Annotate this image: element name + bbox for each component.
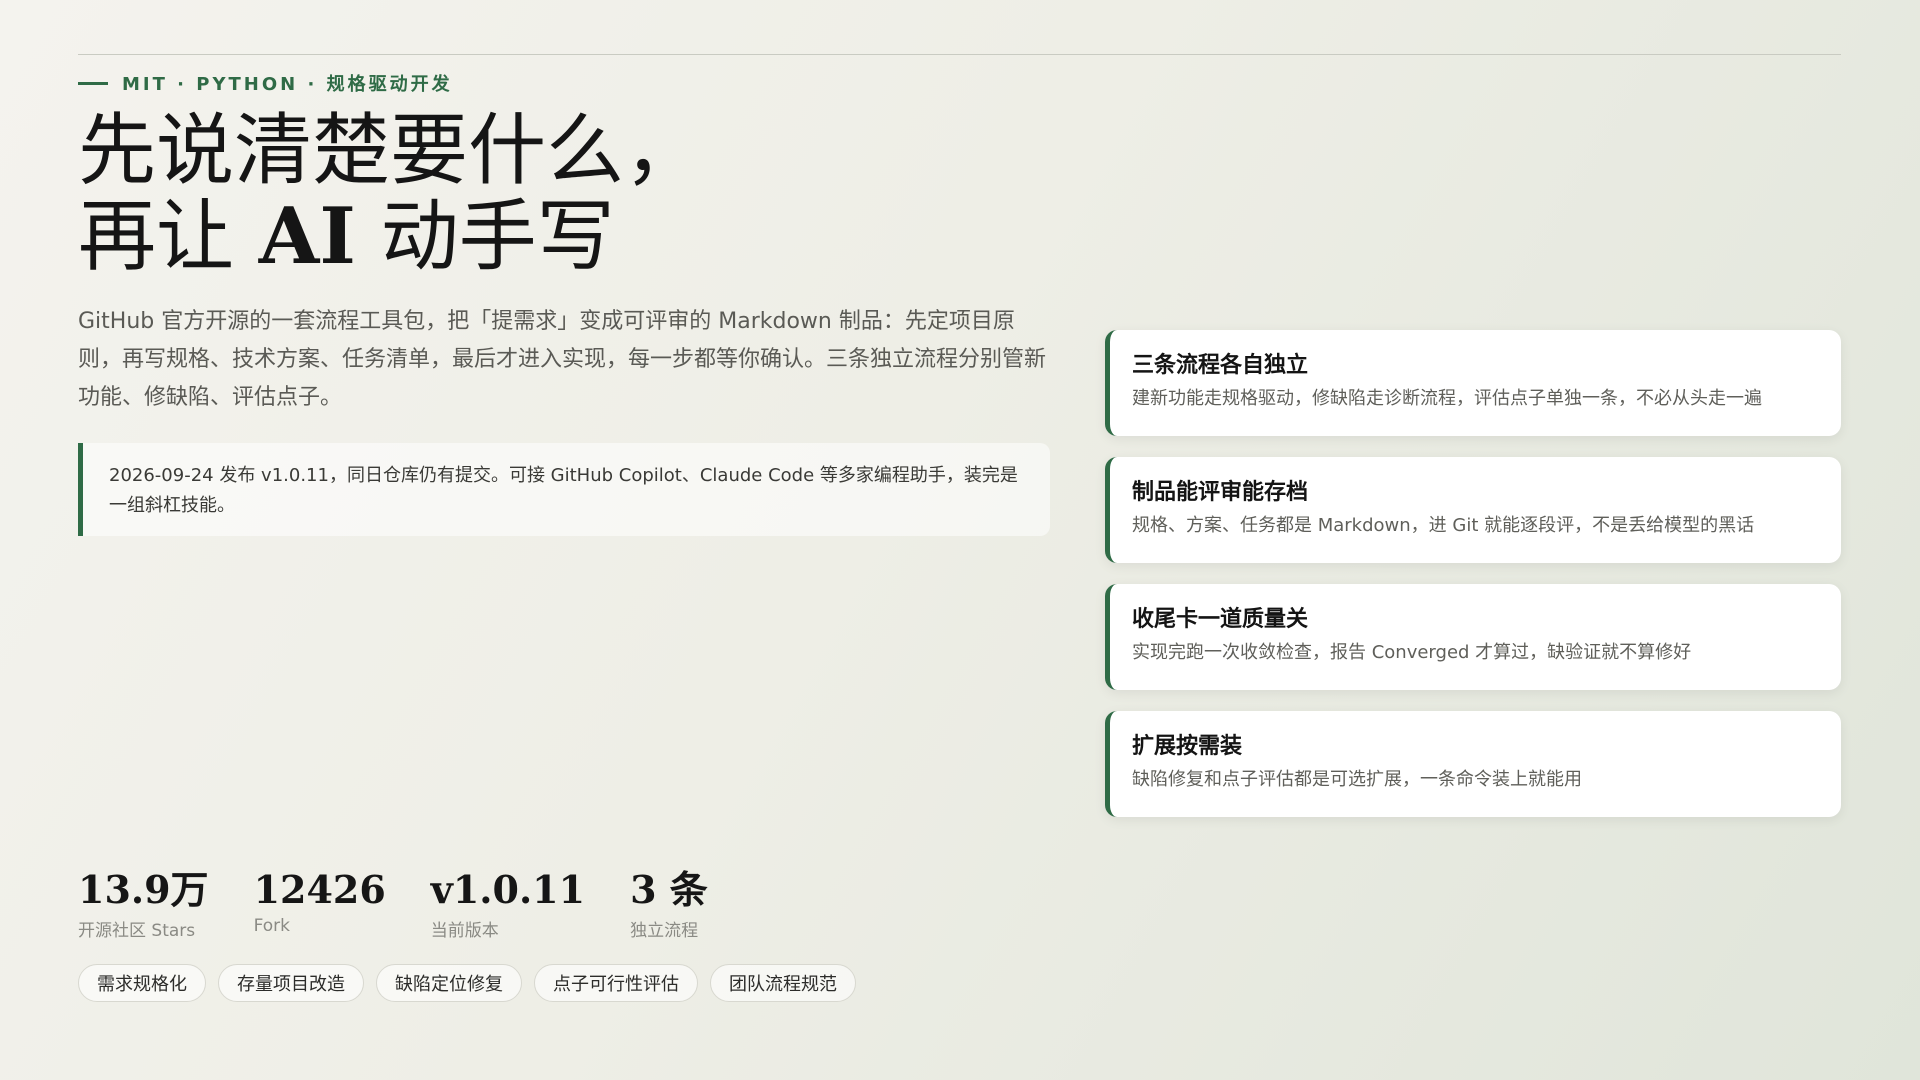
feature-card-extensions: 扩展按需装 缺陷修复和点子评估都是可选扩展，一条命令装上就能用 [1105, 711, 1841, 817]
tag-requirements[interactable]: 需求规格化 [78, 964, 206, 1002]
tag-bug-fixing[interactable]: 缺陷定位修复 [376, 964, 522, 1002]
stats-row: 13.9万 开源社区 Stars 12426 Fork v1.0.11 当前版本… [78, 866, 708, 941]
feature-desc: 建新功能走规格驱动，修缺陷走诊断流程，评估点子单独一条，不必从头走一遍 [1132, 388, 1762, 409]
stat-version: v1.0.11 当前版本 [431, 866, 585, 941]
title-line-2-ai: AI [258, 191, 356, 282]
eyebrow-text: MIT · PYTHON · 规格驱动开发 [122, 74, 453, 95]
feature-desc: 缺陷修复和点子评估都是可选扩展，一条命令装上就能用 [1132, 769, 1582, 790]
eyebrow-dash [78, 81, 108, 85]
tag-legacy-projects[interactable]: 存量项目改造 [218, 964, 364, 1002]
title-line-1: 先说清楚要什么， [78, 106, 703, 196]
tag-team-process[interactable]: 团队流程规范 [710, 964, 856, 1002]
feature-card-reviewable-artifacts: 制品能评审能存档 规格、方案、任务都是 Markdown，进 Git 就能逐段评… [1105, 457, 1841, 563]
feature-desc: 实现完跑一次收敛检查，报告 Converged 才算过，缺验证就不算修好 [1132, 642, 1692, 663]
tag-feasibility[interactable]: 点子可行性评估 [534, 964, 698, 1002]
feature-title: 制品能评审能存档 [1132, 480, 1309, 505]
stat-label: 开源社区 Stars [78, 921, 196, 941]
stat-label: 独立流程 [630, 921, 699, 941]
stat-stars: 13.9万 开源社区 Stars [78, 866, 209, 941]
feature-title: 收尾卡一道质量关 [1132, 607, 1309, 632]
tag-list: 需求规格化 存量项目改造 缺陷定位修复 点子可行性评估 团队流程规范 [78, 964, 856, 1002]
feature-desc: 规格、方案、任务都是 Markdown，进 Git 就能逐段评，不是丢给模型的黑… [1132, 515, 1755, 536]
stat-forks: 12426 Fork [254, 866, 386, 936]
stat-value: v1.0.11 [430, 867, 586, 912]
stat-value: 13.9万 [78, 867, 209, 912]
feature-card-independent-flows: 三条流程各自独立 建新功能走规格驱动，修缺陷走诊断流程，评估点子单独一条，不必从… [1105, 330, 1841, 436]
stat-label: Fork [253, 916, 290, 936]
stat-value: 12426 [253, 867, 386, 912]
title-line-2-prefix: 再让 [78, 192, 259, 282]
feature-list: 三条流程各自独立 建新功能走规格驱动，修缺陷走诊断流程，评估点子单独一条，不必从… [1105, 330, 1841, 838]
stat-flows: 3 条 独立流程 [630, 866, 708, 941]
feature-title: 扩展按需装 [1132, 734, 1243, 759]
intro-paragraph: GitHub 官方开源的一套流程工具包，把「提需求」变成可评审的 Markdow… [78, 309, 1047, 410]
stat-value: 3 条 [630, 867, 708, 912]
eyebrow: MIT · PYTHON · 规格驱动开发 [78, 70, 453, 96]
release-notice: 2026-09-24 发布 v1.0.11，同日仓库仍有提交。可接 GitHub… [78, 443, 1050, 536]
title-line-2-suffix: 动手写 [355, 192, 615, 282]
stat-label: 当前版本 [430, 921, 499, 941]
feature-title: 三条流程各自独立 [1132, 353, 1309, 378]
feature-card-quality-gate: 收尾卡一道质量关 实现完跑一次收敛检查，报告 Converged 才算过，缺验证… [1105, 584, 1841, 690]
page-title: 先说清楚要什么， 再让 AI 动手写 [78, 108, 702, 280]
top-divider [78, 54, 1841, 55]
